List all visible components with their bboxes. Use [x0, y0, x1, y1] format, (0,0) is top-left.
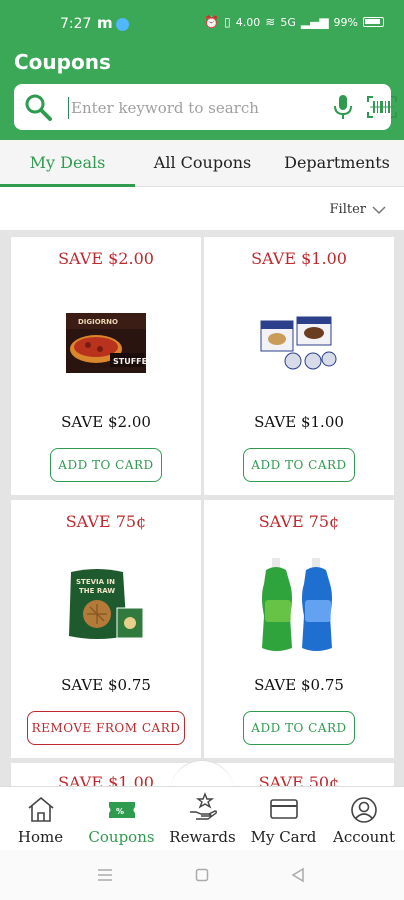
wifi-icon: ≋ [265, 15, 276, 29]
stuffed-pizza-product-image: DIGIORNO STUFFED [66, 313, 146, 373]
system-navigation-bar [0, 850, 404, 900]
data-speed: 4.00 [235, 15, 261, 29]
microphone-icon[interactable] [332, 94, 354, 120]
nav-label: Coupons [88, 828, 155, 846]
page-title: Coupons [14, 50, 111, 74]
coupon-card[interactable]: SAVE 75¢ STEVIA IN THE RAW SAVE $0.75 RE… [11, 500, 201, 758]
house-icon [27, 796, 54, 822]
nav-item-coupons[interactable]: % Coupons [81, 787, 162, 851]
filter-label: Filter [329, 202, 366, 217]
svg-text:STEVIA IN: STEVIA IN [76, 578, 115, 586]
chevron-down-icon [372, 205, 386, 214]
alarm-icon: ⏰ [204, 15, 220, 29]
filter-dropdown[interactable]: Filter [330, 202, 386, 217]
status-indicators: ⏰ ▯ 4.00 ≋ 5G ▂▄▆ 99% [204, 15, 384, 29]
coupon-ticket-icon: % [108, 802, 135, 818]
coupon-card[interactable]: SAVE 75¢ SAVE $0.75 ADD TO CARD [204, 500, 394, 758]
save-amount: SAVE $2.00 [58, 249, 154, 268]
tab-departments[interactable]: Departments [270, 140, 404, 187]
save-amount: SAVE $1.00 [251, 249, 347, 268]
svg-text:DIGIORNO: DIGIORNO [78, 318, 118, 326]
svg-text:THE RAW: THE RAW [79, 587, 115, 595]
back-icon[interactable] [291, 867, 305, 883]
dessert-cups-product-image [260, 316, 337, 370]
status-time: 7:27 [60, 16, 92, 32]
home-square-icon[interactable] [195, 868, 209, 882]
account-icon [351, 797, 377, 823]
nav-item-rewards[interactable]: Rewards [162, 787, 243, 851]
coupon-card[interactable]: SAVE $2.00 DIGIORNO STUFFED SAVE $2.00 A… [11, 237, 201, 495]
remove-from-card-button[interactable]: REMOVE FROM CARD [27, 711, 185, 745]
svg-text:%: % [116, 807, 124, 816]
coupon-description: SAVE $0.75 [61, 676, 151, 694]
barcode-scan-icon[interactable] [367, 96, 397, 118]
notification-m-icon: m [97, 14, 113, 32]
search-input[interactable] [68, 97, 298, 119]
nav-item-home[interactable]: Home [0, 787, 81, 851]
svg-text:STUFFED: STUFFED [113, 357, 146, 366]
coupon-card[interactable]: SAVE $1.00 SAVE $1.00 ADD TO CARD [204, 237, 394, 495]
status-bar: 7:27 m ⏰ ▯ 4.00 ≋ 5G ▂▄▆ 99% [0, 0, 404, 46]
save-amount: SAVE 75¢ [258, 512, 340, 531]
coupon-grid: SAVE $2.00 DIGIORNO STUFFED SAVE $2.00 A… [0, 230, 404, 786]
dish-soap-product-image [262, 558, 332, 651]
active-tab-indicator [0, 184, 135, 187]
tab-my-deals[interactable]: My Deals [0, 140, 135, 187]
add-to-card-button[interactable]: ADD TO CARD [243, 448, 355, 482]
deal-tabs: My Deals All Coupons Departments [0, 140, 404, 187]
coupon-description: SAVE $2.00 [61, 413, 151, 431]
nav-label: Account [332, 828, 395, 846]
signal-icon: ▂▄▆ [300, 15, 329, 29]
add-to-card-button[interactable]: ADD TO CARD [243, 711, 355, 745]
card-icon [269, 799, 298, 819]
nav-label: My Card [250, 828, 317, 846]
vibrate-icon: ▯ [224, 15, 231, 29]
bottom-navigation: Home % Coupons Rewards My Card Account [0, 786, 404, 850]
coupon-description: SAVE $0.75 [254, 676, 344, 694]
save-amount: SAVE 75¢ [65, 512, 147, 531]
menu-icon[interactable] [96, 868, 114, 882]
battery-icon [363, 17, 384, 27]
search-icon[interactable] [24, 93, 52, 121]
battery-percent: 99% [333, 15, 358, 29]
nav-label: Home [17, 828, 64, 846]
rewards-hand-star-icon [189, 792, 217, 820]
add-to-card-button[interactable]: ADD TO CARD [50, 448, 162, 482]
coupon-description: SAVE $1.00 [254, 413, 344, 431]
filter-row: Filter [0, 188, 404, 230]
app-header: 7:27 m ⏰ ▯ 4.00 ≋ 5G ▂▄▆ 99% Coupons [0, 0, 404, 140]
tab-all-coupons[interactable]: All Coupons [135, 140, 270, 187]
frozen-waffles-product-image: STEVIA IN THE RAW [69, 569, 144, 639]
nav-label: Rewards [169, 828, 236, 846]
nav-item-account[interactable]: Account [324, 787, 404, 851]
search-bar[interactable] [14, 84, 397, 130]
network-type: 5G [280, 15, 296, 29]
notification-app-icon [116, 18, 129, 31]
nav-item-my-card[interactable]: My Card [243, 787, 324, 851]
